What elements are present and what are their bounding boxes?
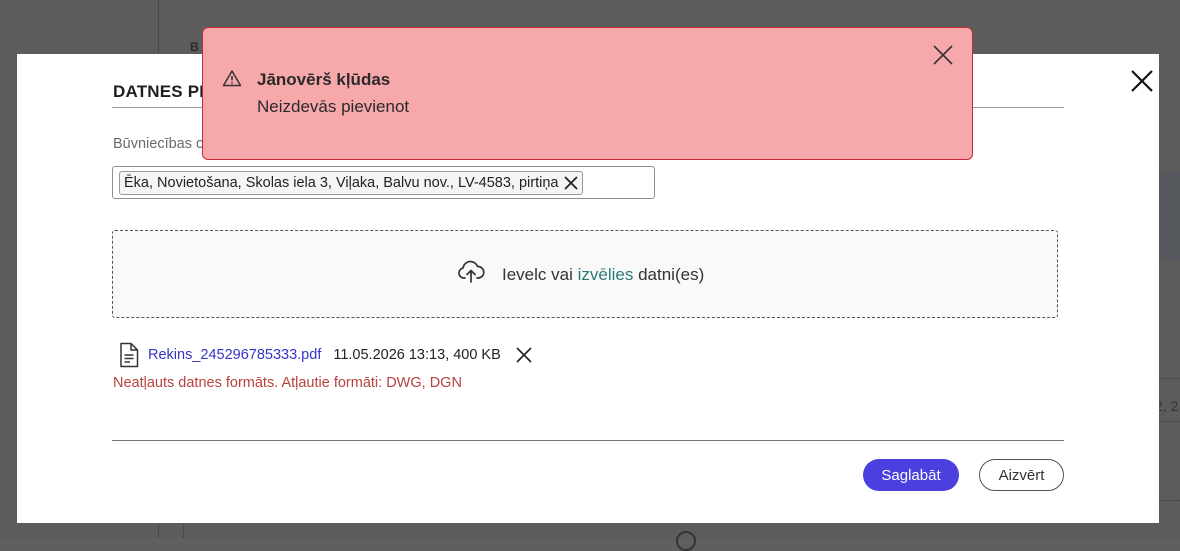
file-dropzone[interactable]: Ievelc vai izvēlies datni(es) [112,230,1058,318]
file-meta: 11.05.2026 13:13, 400 KB [333,347,501,363]
file-format-error: Neatļauts datnes formāts. Atļautie formā… [113,375,462,391]
close-icon[interactable] [1127,66,1157,96]
selected-object-label: Ēka, Novietošana, Skolas iela 3, Viļaka,… [124,175,559,191]
background-dashed-line [183,522,185,538]
dropzone-text-before: Ievelc vai [502,264,573,284]
choose-files-link[interactable]: izvēlies [578,265,634,284]
close-icon[interactable] [932,44,954,66]
dialog-title: DATNES PI [113,82,205,101]
remove-tag-icon[interactable] [563,175,579,191]
toast-title: Jānovērš kļūdas [257,70,391,89]
close-button[interactable]: Aizvērt [979,459,1064,491]
background-row-divider [1159,421,1180,422]
background-header-text: B [190,40,199,54]
construction-object-label: Būvniecības o [113,136,205,152]
dropzone-content: Ievelc vai izvēlies datni(es) [457,260,704,289]
dropzone-text: Ievelc vai izvēlies datni(es) [502,265,704,285]
cloud-upload-icon [457,260,485,289]
background-circle-icon [676,531,696,551]
warning-icon [222,69,242,87]
selected-object-tag: Ēka, Novietošana, Skolas iela 3, Viļaka,… [119,171,584,195]
error-toast: Jānovērš kļūdas Neizdevās pievienot [202,27,973,160]
toast-message: Neizdevās pievienot [257,97,410,116]
file-name-link[interactable]: Rekins_245296785333.pdf [148,347,321,363]
footer-divider [112,440,1064,441]
document-icon [118,342,140,368]
background-highlight-row [1159,172,1180,260]
dropzone-text-after: datni(es) [638,264,705,284]
save-button[interactable]: Saglabāt [863,459,959,491]
uploaded-file-row: Rekins_245296785333.pdf 11.05.2026 13:13… [118,342,533,368]
background-row-divider [1159,378,1180,379]
remove-file-icon[interactable] [515,346,533,364]
background-dashed-line [1159,500,1180,502]
construction-object-input[interactable]: Ēka, Novietošana, Skolas iela 3, Viļaka,… [112,166,655,199]
